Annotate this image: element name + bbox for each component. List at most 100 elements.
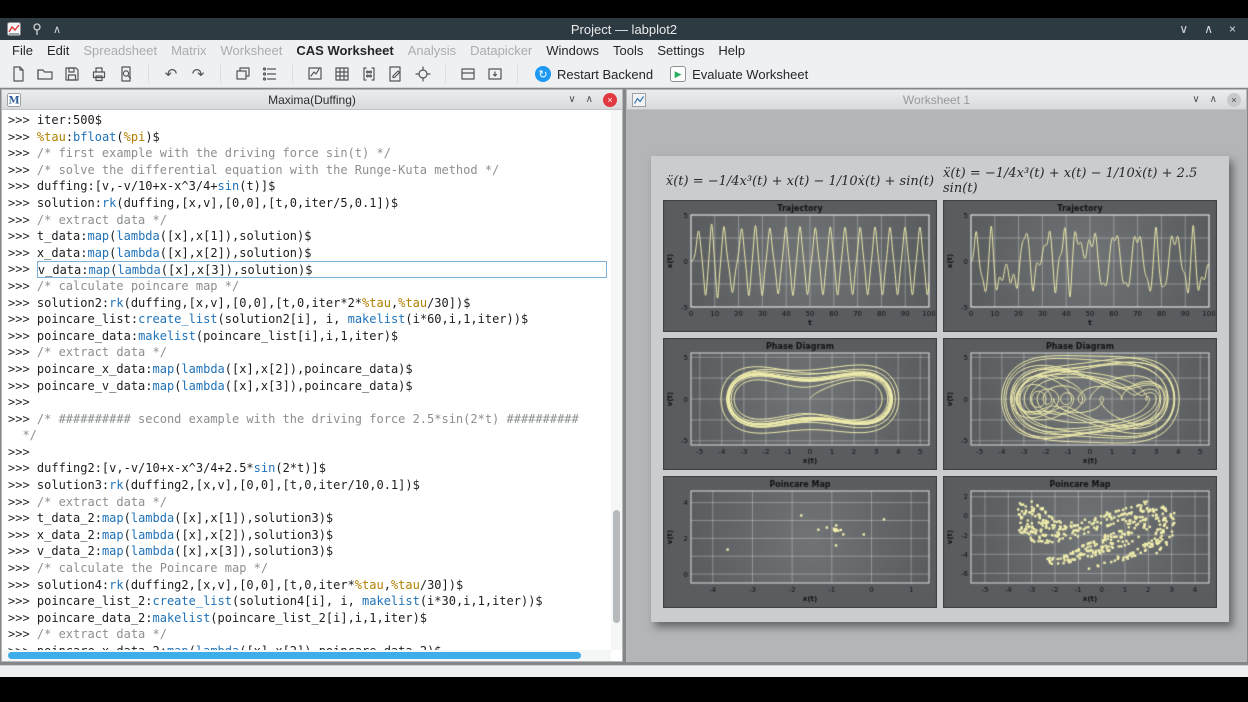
plot-trajectory-1[interactable] [663,200,937,332]
labplot-app-icon [7,22,21,36]
console-prompt: >>> [8,112,37,129]
plot-phase-diagram-2[interactable] [943,338,1217,470]
maxima-titlebar[interactable]: M Maxima(Duffing) ∨ ∧ × [2,90,622,110]
save-icon [63,65,81,83]
new-cas-worksheet-button[interactable] [383,62,409,86]
worksheet-view[interactable]: ẍ(t) = −1/4x³(t) + x(t) − 1/10ẋ(t) + sin… [627,110,1246,661]
console-line: >>> iter:500$ [8,112,611,129]
equation-label-2[interactable]: ẍ(t) = −1/4x³(t) + x(t) − 1/10ẋ(t) + 2.5… [943,168,1217,194]
console-prompt: >>> [8,643,37,650]
print-button[interactable] [86,62,112,86]
console-prompt: >>> [8,626,37,643]
menu-windows[interactable]: Windows [539,41,606,60]
save-project-button[interactable] [59,62,85,86]
scrollbar-handle[interactable] [8,652,580,659]
toolbar-separator [509,65,518,83]
console-prompt: >>> [8,577,37,594]
console-line: >>> solution3:rk(duffing2,[x,v],[0,0],[t… [8,477,611,494]
console-prompt: >>> [8,560,37,577]
new-project-button[interactable] [5,62,31,86]
redo-icon: ↷ [192,67,205,82]
toolbar-separator [212,65,221,83]
undo-button[interactable]: ↶ [158,62,184,86]
plot-trajectory-2[interactable] [943,200,1217,332]
console-line: >>> solution:rk(duffing,[x,v],[0,0],[t,0… [8,195,611,212]
console-prompt: >>> [8,311,37,328]
toolbar-separator [284,65,293,83]
close-subwindow-icon[interactable]: × [1227,93,1241,107]
console-prompt: >>> [8,162,37,179]
console-line: >>> /* extract data */ [8,344,611,361]
new-spreadsheet-icon [333,65,351,83]
plot-phase-diagram-1[interactable] [663,338,937,470]
console-line: >>> poincare_x_data_2:map(lambda([x],x[2… [8,643,611,650]
console-line: >>> duffing2:[v,-v/10+x-x^3/4+2.5*sin(2*… [8,460,611,477]
cascade-windows-icon [234,65,252,83]
menu-edit[interactable]: Edit [40,41,76,60]
new-matrix-button[interactable] [356,62,382,86]
new-spreadsheet-button[interactable] [329,62,355,86]
maximize-subwindow-icon[interactable]: ∧ [1210,94,1217,105]
console-prompt: >>> [8,543,37,560]
console-prompt: >>> [8,328,37,345]
minimize-subwindow-icon[interactable]: ∨ [1192,94,1199,105]
window-titlebar[interactable]: ∧ Project — labplot2 ∨ ∧ × [0,18,1248,40]
new-matrix-icon [360,65,378,83]
console-line: >>> poincare_v_data:map(lambda([x],x[3])… [8,378,611,395]
main-window: ∧ Project — labplot2 ∨ ∧ × File Edit Spr… [0,18,1248,677]
datapicker-icon [414,65,432,83]
minimize-subwindow-icon[interactable]: ∨ [568,94,575,105]
console-prompt: >>> [8,510,37,527]
project-explorer-icon [261,65,279,83]
equation-label-1[interactable]: ẍ(t) = −1/4x³(t) + x(t) − 1/10ẋ(t) + sin… [663,168,937,194]
worksheet-page: ẍ(t) = −1/4x³(t) + x(t) − 1/10ẋ(t) + sin… [651,156,1229,622]
cascade-windows-button[interactable] [230,62,256,86]
dock-panel-button[interactable] [455,62,481,86]
maxima-console[interactable]: >>> iter:500$>>> %tau:bfloat(%pi)$>>> /*… [2,110,622,661]
console-line: >>> [8,394,611,411]
menu-file[interactable]: File [5,41,40,60]
restart-backend-button[interactable]: ↻ Restart Backend [527,62,661,86]
maximize-window-icon[interactable]: ∧ [1204,22,1213,36]
print-preview-button[interactable] [113,62,139,86]
redo-button[interactable]: ↷ [185,62,211,86]
console-line: >>> /* solve the differential equation w… [8,162,611,179]
statusbar [0,665,1248,677]
datapicker-button[interactable] [410,62,436,86]
plot-poincare-map-1[interactable] [663,476,937,608]
evaluate-worksheet-button[interactable]: ▶ Evaluate Worksheet [662,62,816,86]
console-line: >>> v_data:map(lambda([x],x[3]),solution… [8,261,611,278]
maxima-subwindow: M Maxima(Duffing) ∨ ∧ × >>> iter:500$>>>… [1,89,623,662]
console-line: >>> x_data_2:map(lambda([x],x[2]),soluti… [8,527,611,544]
console-line: >>> /* ########## second example with th… [8,411,611,428]
console-horizontal-scrollbar[interactable] [2,650,611,661]
new-worksheet-button[interactable] [302,62,328,86]
shade-window-icon[interactable]: ∧ [53,23,61,36]
console-line: >>> poincare_data:makelist(poincare_list… [8,328,611,345]
close-window-icon[interactable]: × [1229,22,1236,36]
console-line: >>> /* first example with the driving fo… [8,145,611,162]
close-subwindow-icon[interactable]: × [603,93,617,107]
console-line: >>> poincare_list_2:create_list(solution… [8,593,611,610]
plot-poincare-map-2[interactable] [943,476,1217,608]
console-prompt: >>> [8,411,37,428]
open-project-button[interactable] [32,62,58,86]
toolbar-separator [437,65,446,83]
menu-settings[interactable]: Settings [650,41,711,60]
worksheet-titlebar[interactable]: Worksheet 1 ∨ ∧ × [627,90,1246,110]
maximize-subwindow-icon[interactable]: ∧ [586,94,593,105]
menubar: File Edit Spreadsheet Matrix Worksheet C… [0,40,1248,61]
menu-cas-worksheet[interactable]: CAS Worksheet [289,41,400,60]
console-vertical-scrollbar[interactable] [611,110,622,650]
console-line: >>> /* extract data */ [8,494,611,511]
project-explorer-button[interactable] [257,62,283,86]
menu-tools[interactable]: Tools [606,41,650,60]
console-line: >>> poincare_list:create_list(solution2[… [8,311,611,328]
console-line: >>> %tau:bfloat(%pi)$ [8,129,611,146]
menu-help[interactable]: Help [711,41,752,60]
dock-panel-down-button[interactable] [482,62,508,86]
pin-icon[interactable] [30,22,44,36]
scrollbar-handle[interactable] [613,510,620,623]
minimize-window-icon[interactable]: ∨ [1179,22,1188,36]
console-prompt: >>> [8,178,37,195]
